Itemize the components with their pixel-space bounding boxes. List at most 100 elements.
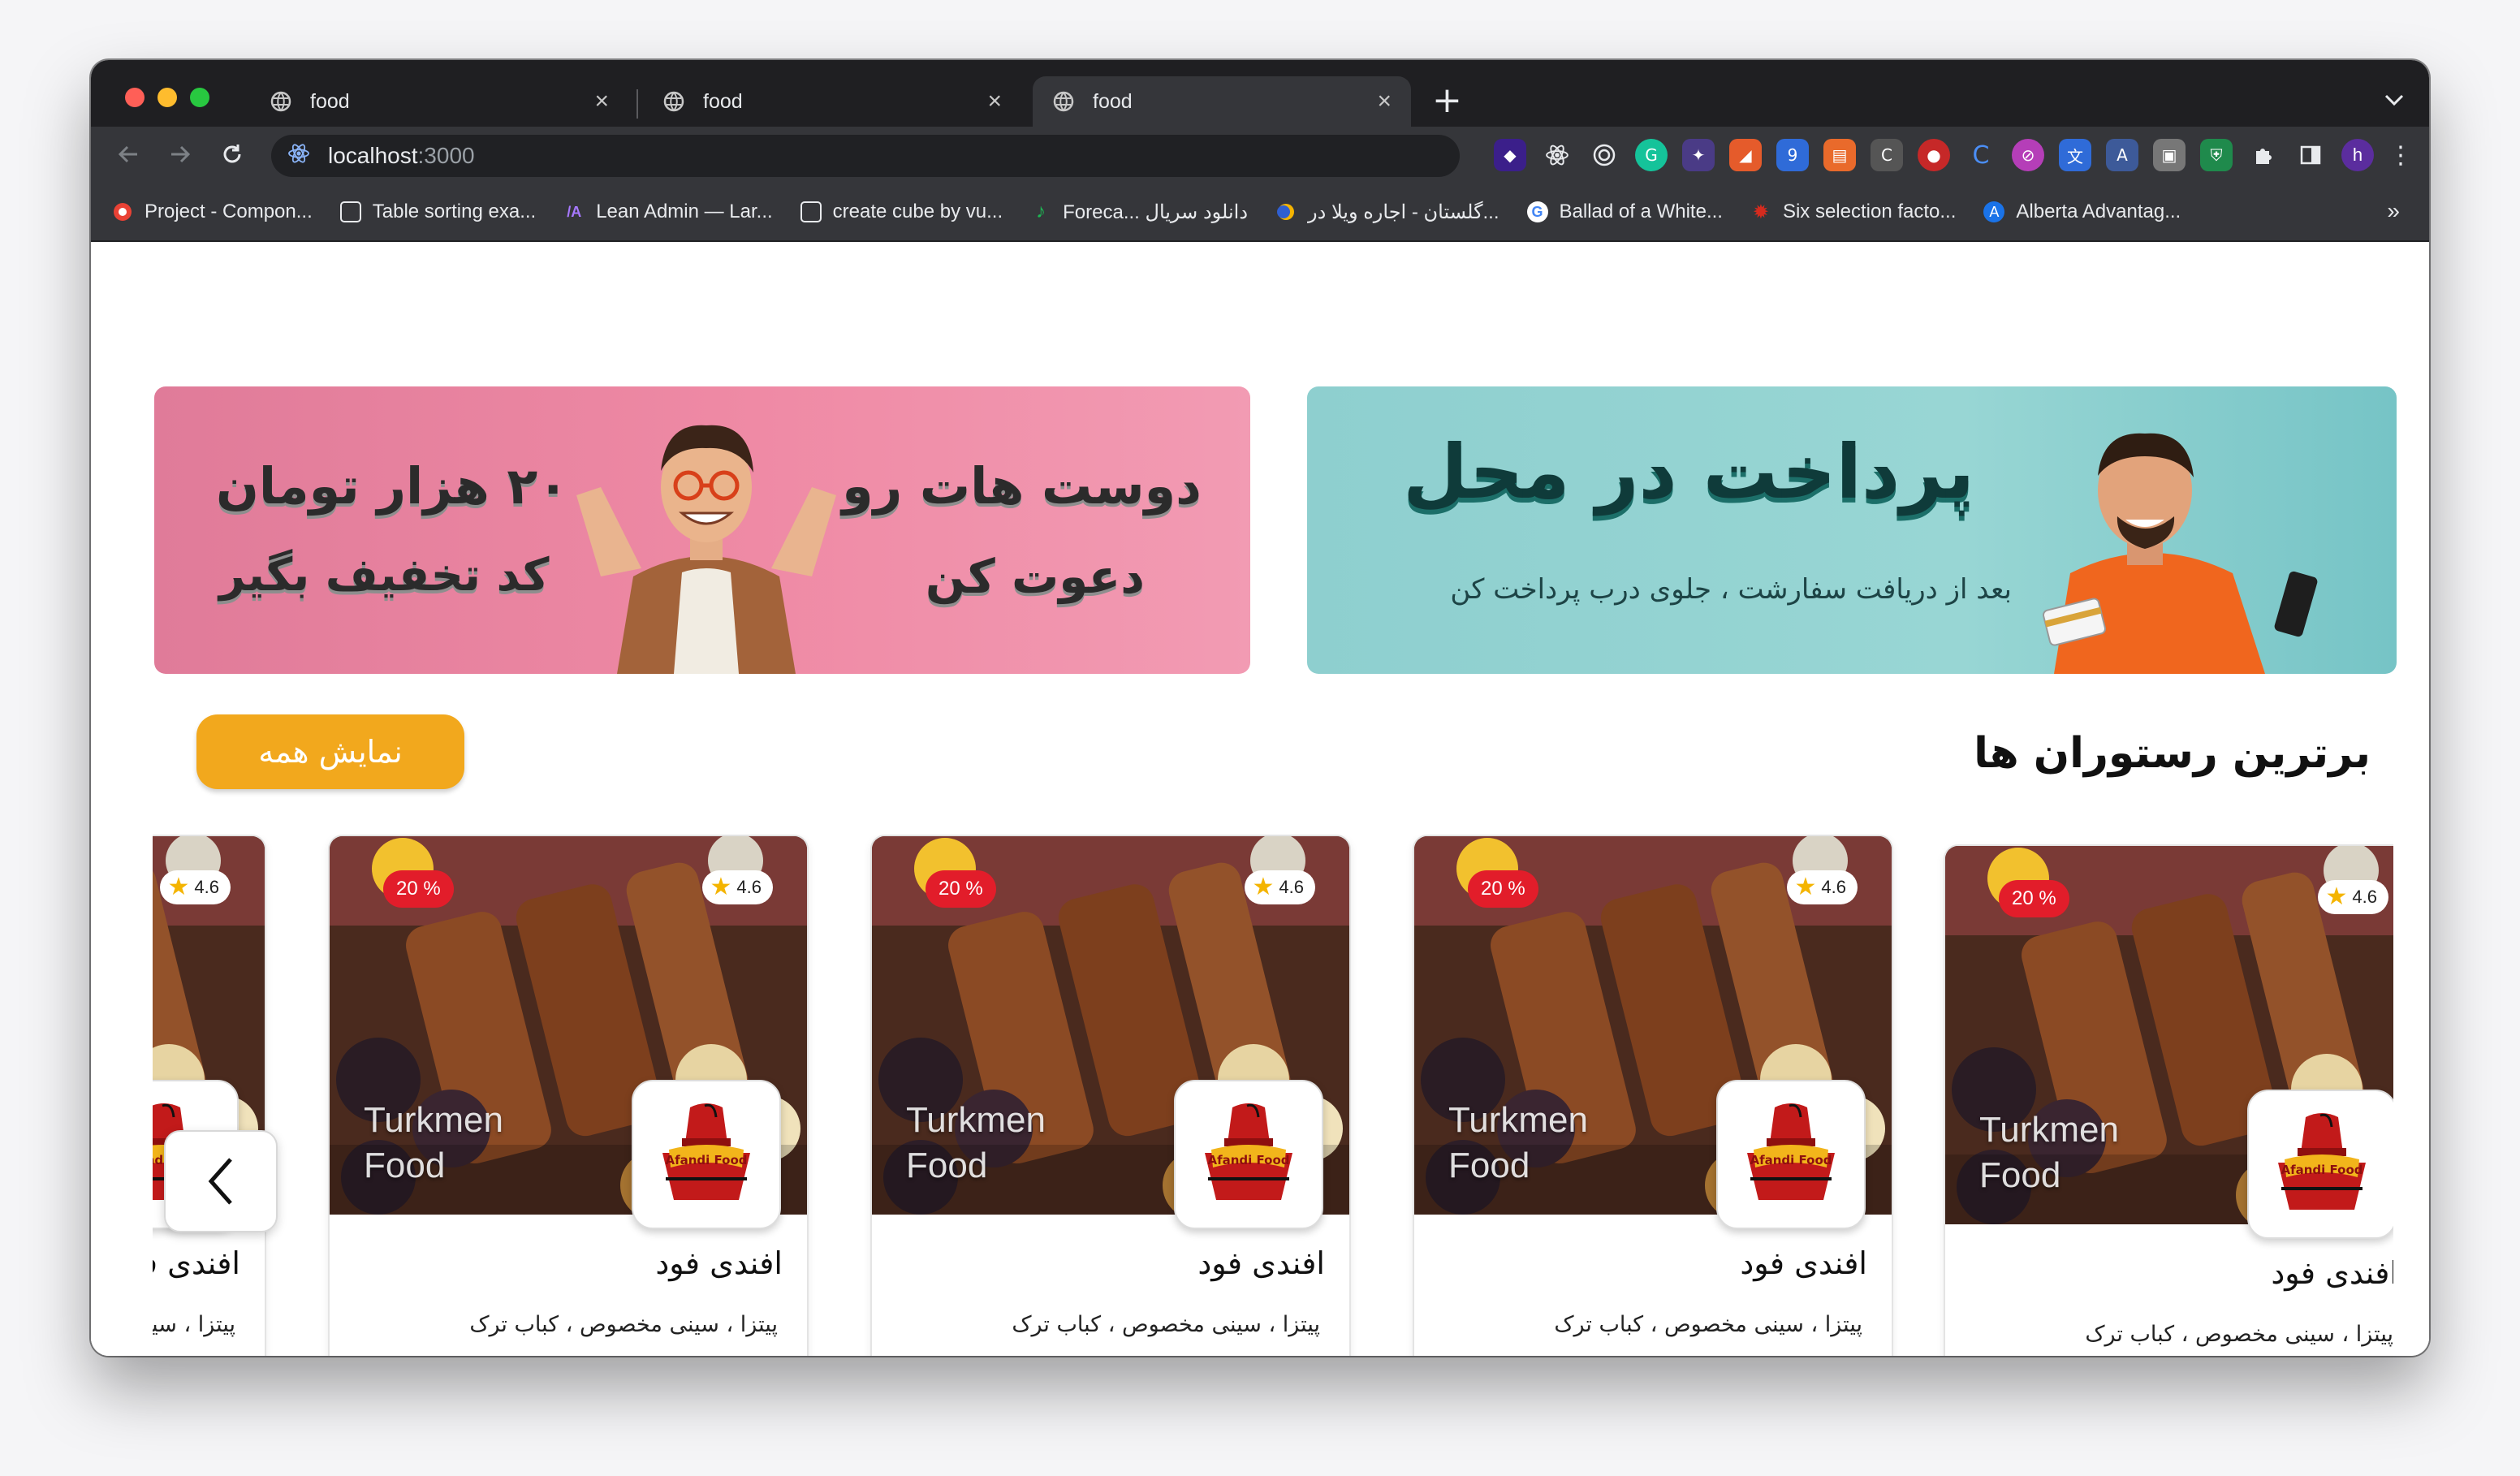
afandi-food-logo-icon: Afandi Food	[1205, 1103, 1292, 1200]
bookmark-item[interactable]: گلستان - اجاره ویلا در...	[1275, 201, 1499, 224]
rating-badge: ★ 4.6	[1244, 870, 1315, 904]
extension-shield-gray-icon[interactable]: ▣	[2153, 139, 2186, 171]
extension-shield-icon[interactable]: ⛨	[2200, 139, 2233, 171]
bookmark-item[interactable]: /A Lean Admin — Lar...	[563, 201, 772, 223]
bookmark-label: Ballad of a White...	[1559, 201, 1723, 222]
bookmark-label: Alberta Advantag...	[2016, 201, 2181, 222]
section-title: برترین رستوران ها	[1974, 729, 2371, 778]
bookmark-label: گلستان - اجاره ویلا در...	[1308, 201, 1499, 223]
restaurant-name: افندی فود	[1197, 1245, 1325, 1281]
extension-flag-icon[interactable]: ◢	[1729, 139, 1762, 171]
rating-badge: ★ 4.6	[2317, 880, 2388, 914]
extension-react-devtools-icon[interactable]	[1541, 139, 1573, 171]
afandi-food-logo-icon: Afandi Food	[662, 1103, 750, 1200]
show-all-button[interactable]: نمایش همه	[196, 714, 464, 789]
photo-watermark: Turkmen Food	[364, 1100, 503, 1185]
afandi-food-logo-icon: Afandi Food	[2278, 1113, 2366, 1210]
restaurant-card[interactable]: 20 % ★ 4.6 TurkmenFood Afandi Food افندی…	[870, 835, 1351, 1356]
photo-watermark: Turkmen Food	[1979, 1110, 2119, 1195]
banner-pay-title: پرداخت در محل	[1403, 429, 1974, 516]
photo-watermark: Turkmen Food	[1448, 1100, 1588, 1185]
restaurant-name: افندی فود	[153, 1245, 240, 1281]
tab-title: food	[1093, 89, 1133, 113]
pay-on-delivery-banner[interactable]: پرداخت در محل بعد از دریافت سفارشت ، جلو…	[1307, 386, 2397, 674]
address-bar[interactable]: localhost:3000	[271, 135, 1460, 177]
star-icon: ★	[2325, 883, 2348, 910]
restaurant-name: افندی فود	[1740, 1245, 1867, 1281]
reload-icon[interactable]	[214, 136, 250, 172]
extension-block-icon[interactable]: ⊘	[2012, 139, 2044, 171]
star-icon: ★	[1794, 874, 1817, 900]
restaurant-card[interactable]: 20 % ★ 4.6 TurkmenFood Afandi Food افندی…	[1944, 844, 2393, 1356]
extensions-row: ◆ G ✦ ◢ 9 ▤ C ● C ⊘ 文 A ▣ ⛨ h ⋮	[1494, 136, 2413, 174]
restaurant-logo: Afandi Food	[1716, 1080, 1866, 1229]
browser-window: food × food × food × + localhost:3000 ◆…	[91, 60, 2429, 1356]
extension-cx-icon[interactable]: C	[1871, 139, 1903, 171]
minimize-window-button[interactable]	[158, 88, 177, 107]
extension-gem-icon[interactable]: ◆	[1494, 139, 1526, 171]
extension-translate-icon[interactable]: 文	[2059, 139, 2091, 171]
photo-watermark: Turkmen Food	[906, 1100, 1046, 1185]
logo-text: Afandi Food	[2281, 1163, 2362, 1177]
restaurant-logo: Afandi Food	[1174, 1080, 1323, 1229]
restaurant-tags: پیتزا ، سینی مخصوص ، کباب ترک	[469, 1312, 778, 1337]
extension-html-icon[interactable]: ▤	[1823, 139, 1856, 171]
maximize-window-button[interactable]	[190, 88, 209, 107]
bookmark-item[interactable]: Project - Compon...	[112, 201, 313, 223]
project-icon	[112, 201, 133, 222]
close-tab-icon[interactable]: ×	[1377, 88, 1392, 115]
url-port: :3000	[417, 143, 475, 168]
extension-wand-icon[interactable]: ✦	[1682, 139, 1715, 171]
restaurant-name: افندی فود	[2271, 1255, 2393, 1291]
close-tab-icon[interactable]: ×	[594, 88, 609, 115]
restaurant-card[interactable]: 20 % ★ 4.6 TurkmenFood Afandi Food افندی…	[153, 835, 266, 1356]
maple-leaf-icon: ✹	[1752, 201, 1769, 223]
extension-c-icon[interactable]: C	[1965, 139, 1997, 171]
extension-target-icon[interactable]	[1588, 139, 1620, 171]
bookmark-item[interactable]: ✹ Six selection facto...	[1750, 201, 1957, 223]
new-tab-button[interactable]: +	[1432, 80, 1462, 121]
browser-toolbar: localhost:3000 ◆ G ✦ ◢ 9 ▤ C ● C ⊘ 文 A ▣…	[91, 127, 2429, 183]
restaurant-card[interactable]: 20 % ★ 4.6 TurkmenFood Afandi Food افندی…	[1413, 835, 1893, 1356]
globe-icon	[270, 90, 292, 113]
rating-value: 4.6	[1821, 877, 1846, 897]
alberta-icon: A	[1983, 201, 2005, 222]
tab-food-3-active[interactable]: food ×	[1033, 76, 1411, 127]
extensions-puzzle-icon[interactable]	[2247, 139, 2280, 171]
restaurant-card[interactable]: 20 % ★ 4.6 TurkmenFood Afandi Food افندی…	[328, 835, 809, 1356]
bookmark-item[interactable]: create cube by vu...	[800, 201, 1003, 223]
more-bookmarks-button[interactable]: »	[2387, 198, 2400, 224]
profile-avatar[interactable]: h	[2341, 139, 2374, 171]
tab-food-2[interactable]: food ×	[643, 76, 1021, 127]
page-icon	[339, 201, 361, 222]
bookmark-item[interactable]: ♪ Foreca... دانلود سریال	[1030, 201, 1248, 224]
extension-translate2-icon[interactable]: A	[2106, 139, 2138, 171]
rating-value: 4.6	[2352, 887, 2377, 907]
forward-arrow-icon[interactable]	[162, 136, 198, 172]
google-icon: G	[1526, 201, 1548, 222]
close-tab-icon[interactable]: ×	[987, 88, 1002, 115]
extension-grammarly-icon[interactable]: G	[1635, 139, 1668, 171]
tab-title: food	[703, 89, 743, 113]
bookmark-item[interactable]: G Ballad of a White...	[1526, 201, 1723, 223]
restaurant-carousel: 20 % ★ 4.6 Turkmen Food Afandi Food افندی…	[153, 835, 2393, 1356]
invite-friends-banner[interactable]: دوست هات رو دعوت کن ۲۰ هزار تومان کد تخف…	[154, 386, 1250, 674]
bookmark-label: Table sorting exa...	[372, 201, 537, 222]
bookmark-item[interactable]: A Alberta Advantag...	[1983, 201, 2181, 223]
tab-food-1[interactable]: food ×	[250, 76, 628, 127]
extension-badge-icon[interactable]: 9	[1776, 139, 1809, 171]
react-icon	[287, 142, 310, 170]
back-arrow-icon[interactable]	[110, 136, 146, 172]
bookmark-item[interactable]: Table sorting exa...	[339, 201, 537, 223]
logo-text: Afandi Food	[665, 1153, 747, 1167]
tab-search-chevron-icon[interactable]	[2384, 88, 2405, 112]
close-window-button[interactable]	[125, 88, 145, 107]
more-menu-icon[interactable]: ⋮	[2388, 141, 2413, 170]
restaurant-logo: Afandi Food	[632, 1080, 781, 1229]
restaurant-logo: Afandi Food	[2247, 1090, 2393, 1239]
sidebar-toggle-icon[interactable]	[2294, 139, 2327, 171]
star-icon: ★	[167, 874, 190, 900]
carousel-prev-button[interactable]	[164, 1130, 278, 1232]
extension-record-icon[interactable]: ●	[1918, 139, 1950, 171]
restaurant-tags: پیتزا ، سینی مخصوص ، کباب ترک	[1012, 1312, 1320, 1337]
